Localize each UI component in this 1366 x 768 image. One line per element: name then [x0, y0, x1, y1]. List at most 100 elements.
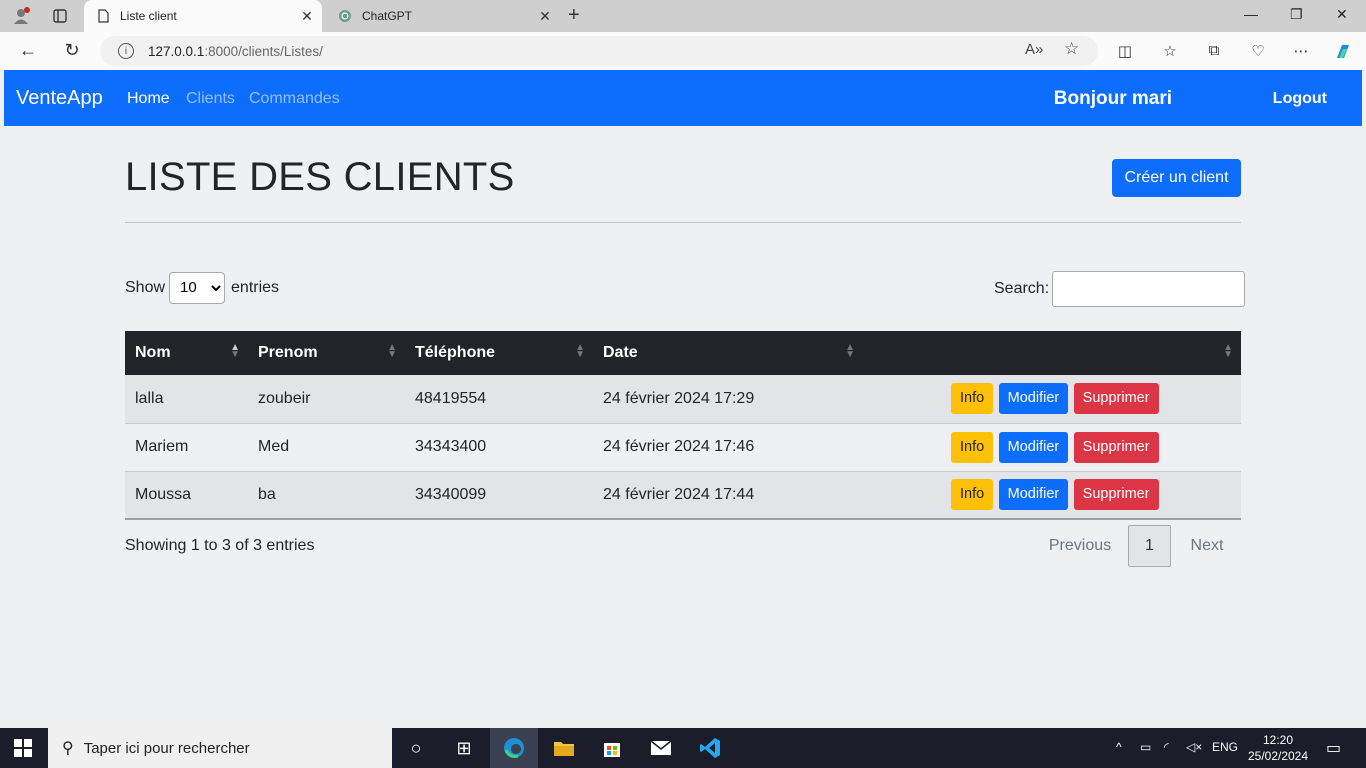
profile-icon[interactable] — [10, 6, 32, 26]
refresh-icon[interactable]: ↻ — [60, 40, 84, 61]
table-row: Mariem Med 34343400 24 février 2024 17:4… — [125, 423, 1241, 471]
restore-icon[interactable]: ❐ — [1290, 6, 1303, 23]
taskbar-search-placeholder: Taper ici pour rechercher — [83, 739, 250, 757]
mail-icon[interactable] — [637, 728, 685, 768]
cell-nom: Mariem — [135, 438, 189, 455]
minimize-icon[interactable]: — — [1244, 6, 1258, 22]
tab-actions-icon[interactable] — [49, 6, 71, 26]
favorite-star-icon[interactable]: ☆ — [1064, 39, 1079, 59]
page-length-select[interactable]: 10 — [169, 271, 226, 304]
top-navbar: VenteApp Home Clients Commandes Bonjour … — [4, 70, 1362, 126]
user-greeting: Bonjour mari — [1053, 88, 1172, 109]
copilot-icon[interactable] — [1332, 42, 1354, 66]
nav-home[interactable]: Home — [127, 90, 170, 108]
nav-commandes[interactable]: Commandes — [249, 90, 340, 108]
delete-button[interactable]: Supprimer — [1073, 431, 1159, 463]
logout-link[interactable]: Logout — [1273, 90, 1327, 108]
cell-date: 24 février 2024 17:46 — [603, 438, 755, 455]
vscode-icon[interactable] — [686, 728, 734, 768]
sort-icon: ▲ ▼ — [1223, 342, 1233, 360]
page-length-control: Show 10 entries — [125, 271, 279, 304]
windows-start-icon[interactable] — [14, 739, 32, 757]
favorites-icon[interactable]: ☆ — [1159, 42, 1181, 60]
column-header-prenom[interactable]: Prenom ▲ ▼ — [248, 331, 405, 375]
sort-icon: ▲ ▼ — [575, 342, 585, 360]
read-aloud-icon[interactable]: A» — [1025, 41, 1043, 58]
brand-link[interactable]: VenteApp — [16, 87, 103, 110]
search-label: Search: — [994, 280, 1050, 297]
cell-date: 24 février 2024 17:44 — [603, 485, 755, 503]
taskbar-search-box[interactable]: ⚲ Taper ici pour rechercher — [48, 728, 392, 768]
cortana-icon[interactable]: ○ — [392, 728, 440, 768]
chatgpt-icon — [338, 8, 352, 24]
store-icon[interactable] — [588, 728, 636, 768]
column-header-nom[interactable]: Nom ▲ ▼ — [125, 331, 248, 375]
modify-button[interactable]: Modifier — [998, 431, 1069, 463]
wifi-icon[interactable]: ◜ — [1164, 740, 1169, 754]
pagination-previous[interactable]: Previous — [1032, 537, 1128, 555]
close-window-icon[interactable]: ✕ — [1336, 6, 1348, 23]
sort-asc-icon: ▲ ▼ — [230, 342, 240, 360]
web-page: VenteApp Home Clients Commandes Bonjour … — [4, 70, 1362, 725]
cell-prenom: Med — [258, 438, 290, 455]
table-row: lalla zoubeir 48419554 24 février 2024 1… — [125, 375, 1241, 423]
cell-prenom: zoubeir — [258, 389, 311, 407]
column-header-actions[interactable]: ▲ ▼ — [863, 331, 1241, 375]
close-tab-icon[interactable]: ✕ — [296, 8, 318, 25]
more-options-icon[interactable]: ⋯ — [1290, 42, 1312, 60]
column-title: Date — [603, 344, 638, 361]
pagination-page-current[interactable]: 1 — [1128, 525, 1171, 567]
cell-nom: Moussa — [135, 485, 192, 503]
volume-muted-icon[interactable]: ◁× — [1186, 740, 1202, 754]
column-header-date[interactable]: Date ▲ ▼ — [593, 331, 863, 375]
column-header-telephone[interactable]: Téléphone ▲ ▼ — [405, 331, 593, 375]
tab-title: ChatGPT — [362, 9, 413, 23]
collections-icon[interactable]: ⧉ — [1203, 42, 1225, 59]
battery-icon[interactable]: ▭ — [1140, 740, 1151, 754]
cell-prenom: ba — [258, 485, 276, 503]
tab-liste-client[interactable]: Liste client ✕ — [84, 0, 322, 32]
pagination: Previous 1 Next — [1032, 525, 1243, 567]
url-host: 127.0.0.1 — [148, 43, 205, 59]
info-button[interactable]: Info — [951, 383, 994, 415]
taskbar-clock[interactable]: 12:20 25/02/2024 — [1246, 732, 1310, 764]
cell-actions: Info Modifier Supprimer — [863, 375, 1241, 423]
pagination-next[interactable]: Next — [1171, 537, 1243, 555]
create-client-button[interactable]: Créer un client — [1112, 159, 1241, 197]
search-input[interactable] — [1052, 271, 1246, 307]
url-field[interactable]: i 127.0.0.1:8000/clients/Listes/ — [100, 36, 1098, 66]
url-path: :8000/clients/Listes/ — [204, 43, 323, 59]
modify-button[interactable]: Modifier — [998, 383, 1069, 415]
cell-telephone: 48419554 — [415, 389, 487, 407]
windows-taskbar: ⚲ Taper ici pour rechercher ○ ⊞ ^ ▭ ◜ ◁×… — [0, 728, 1366, 768]
table-header-row: Nom ▲ ▼ Prenom ▲ ▼ Téléphone ▲ ▼ Date ▲ ▼ ▲ ▼ — [125, 331, 1241, 375]
modify-button[interactable]: Modifier — [998, 479, 1069, 511]
cell-telephone: 34343400 — [415, 438, 487, 455]
performance-icon[interactable]: ♡ — [1247, 42, 1269, 60]
sort-icon: ▲ ▼ — [387, 342, 397, 360]
site-info-icon[interactable]: i — [118, 43, 134, 59]
task-view-icon[interactable]: ⊞ — [440, 728, 488, 768]
show-hidden-icons-icon[interactable]: ^ — [1116, 740, 1122, 754]
delete-button[interactable]: Supprimer — [1073, 479, 1159, 511]
info-button[interactable]: Info — [951, 431, 994, 463]
close-tab-icon[interactable]: ✕ — [534, 8, 556, 25]
notification-icon[interactable]: ▭ — [1326, 738, 1341, 758]
edge-icon[interactable] — [490, 728, 538, 768]
tab-chatgpt[interactable]: ChatGPT ✕ — [326, 0, 560, 32]
back-icon[interactable]: ← — [16, 40, 40, 61]
table-row: Moussa ba 34340099 24 février 2024 17:44… — [125, 471, 1241, 519]
delete-button[interactable]: Supprimer — [1073, 383, 1159, 415]
language-indicator[interactable]: ENG — [1212, 740, 1238, 754]
browser-tab-bar: Liste client ✕ ChatGPT ✕ + — ❐ ✕ — [0, 0, 1366, 32]
clock-date: 25/02/2024 — [1247, 749, 1309, 763]
split-screen-icon[interactable]: ◫ — [1114, 42, 1136, 60]
cell-nom: lalla — [135, 389, 164, 407]
nav-clients[interactable]: Clients — [186, 90, 235, 108]
new-tab-icon[interactable]: + — [568, 4, 580, 27]
sort-icon: ▲ ▼ — [845, 342, 855, 360]
file-explorer-icon[interactable] — [540, 728, 588, 768]
tab-title: Liste client — [120, 9, 177, 23]
column-title: Prenom — [258, 344, 318, 361]
info-button[interactable]: Info — [951, 479, 994, 511]
